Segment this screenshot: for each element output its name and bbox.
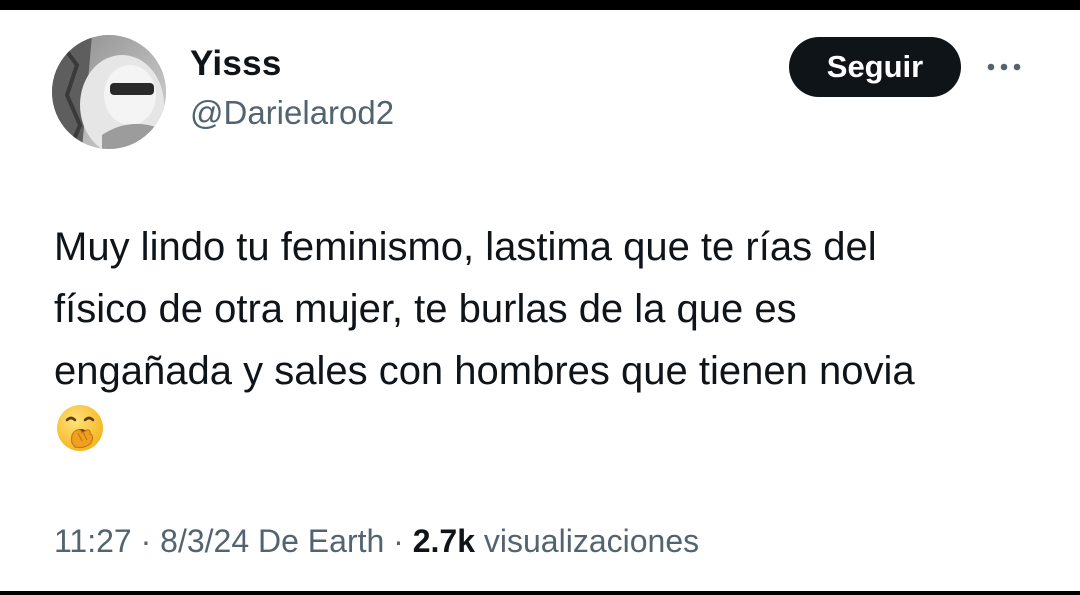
tweet-text: Muy lindo tu feminismo, lastima que te r…	[54, 216, 1034, 402]
follow-button[interactable]: Seguir	[789, 37, 961, 97]
user-handle[interactable]: @Darielarod2	[190, 94, 394, 132]
bottom-edge-bar	[0, 591, 1080, 595]
tweet-date[interactable]: 8/3/24	[160, 523, 249, 559]
tweet-text-line: físico de otra mujer, te burlas de la qu…	[54, 287, 797, 331]
yawning-face-emoji-icon	[55, 403, 105, 453]
tweet-text-line: engañada y sales con hombres que tienen …	[54, 349, 915, 393]
ellipsis-icon	[987, 63, 1021, 71]
display-name[interactable]: Yisss	[190, 44, 282, 84]
tweet-source: De Earth	[258, 523, 385, 559]
tweet-text-line: Muy lindo tu feminismo, lastima que te r…	[54, 225, 877, 269]
meta-separator: ·	[393, 523, 404, 559]
more-options-button[interactable]	[982, 52, 1026, 82]
meta-separator: ·	[140, 523, 152, 559]
views-label[interactable]: visualizaciones	[484, 523, 699, 559]
tweet-meta: 11:27 · 8/3/24 De Earth · 2.7k visualiza…	[54, 523, 699, 560]
top-edge-bar	[0, 0, 1080, 10]
avatar[interactable]	[52, 35, 166, 149]
views-count[interactable]: 2.7k	[413, 523, 475, 559]
tweet-time[interactable]: 11:27	[54, 523, 132, 559]
avatar-photo-icon	[52, 35, 166, 149]
